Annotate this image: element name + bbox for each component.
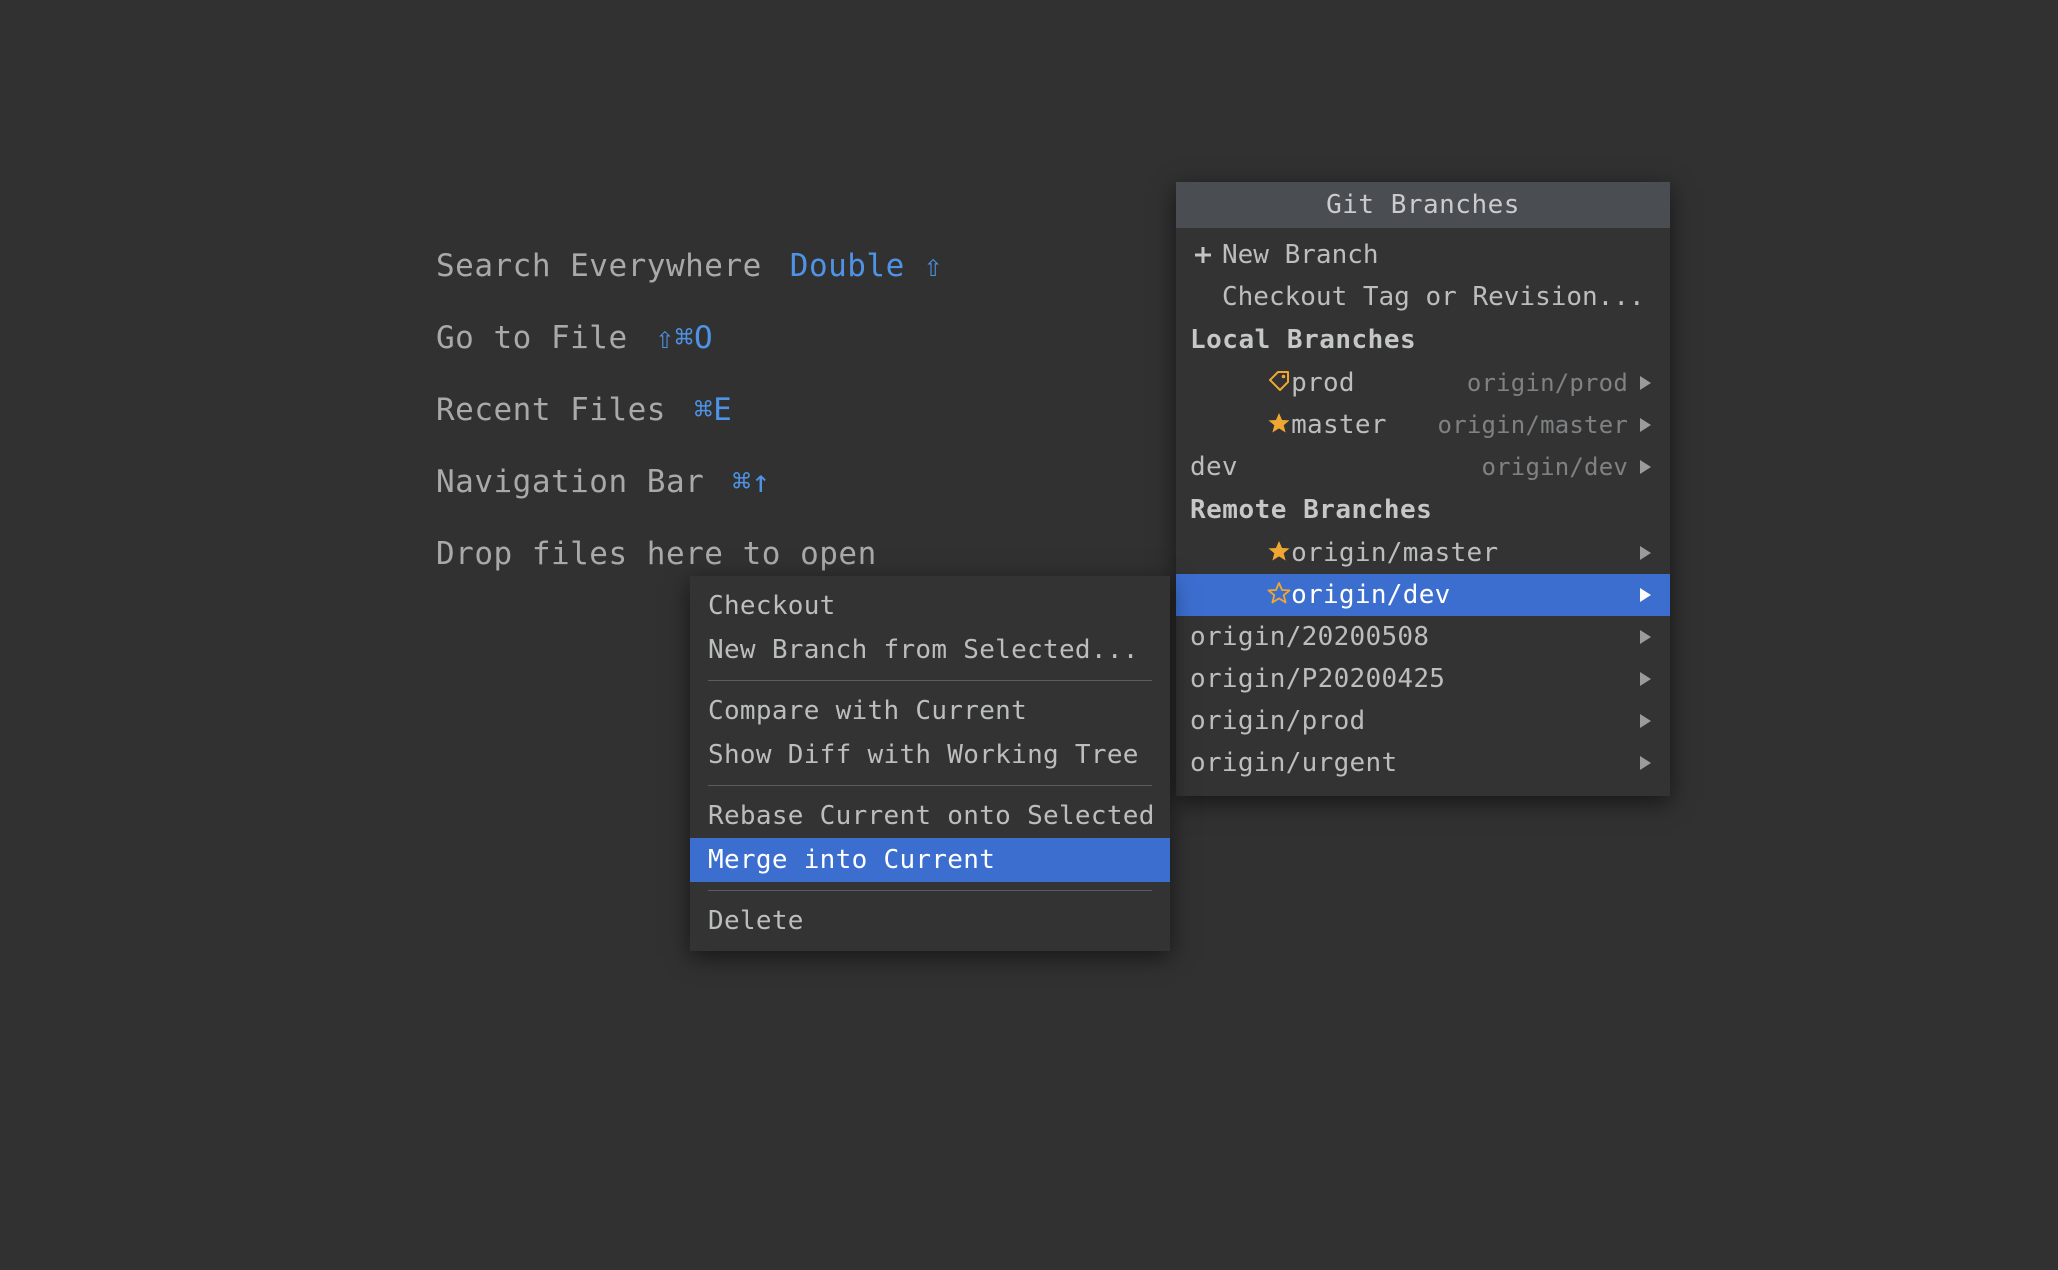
git-branches-popup: Git Branches New Branch Checkout Tag or … bbox=[1176, 182, 1670, 796]
local-branch-prod-label: prod bbox=[1291, 368, 1355, 398]
chevron-right-icon[interactable] bbox=[1634, 416, 1656, 434]
hint-row: Search Everywhere Double ⇧ bbox=[436, 248, 1136, 320]
hint-keys-search-everywhere: Double ⇧ bbox=[790, 248, 943, 284]
chevron-right-icon[interactable] bbox=[1634, 586, 1656, 604]
hint-keys-navigation-bar: ⌘↑ bbox=[732, 464, 770, 500]
local-branch-master-label: master bbox=[1291, 410, 1387, 440]
hint-row: Go to File ⇧⌘O bbox=[436, 320, 1136, 392]
local-branch-master-tracking: origin/master bbox=[1438, 411, 1628, 439]
local-branch-dev-tracking: origin/dev bbox=[1482, 453, 1629, 481]
menu-separator bbox=[708, 680, 1152, 681]
context-menu-item-checkout[interactable]: Checkout bbox=[690, 584, 1170, 628]
drop-files-hint: Drop files here to open bbox=[436, 536, 877, 572]
branch-context-menu: Checkout New Branch from Selected... Com… bbox=[690, 576, 1170, 951]
star-filled-icon bbox=[1190, 392, 1291, 458]
hint-label-navigation-bar: Navigation Bar bbox=[436, 464, 704, 500]
remote-branch-origin-prod[interactable]: origin/prod bbox=[1176, 700, 1670, 742]
remote-branch-origin-dev[interactable]: origin/dev bbox=[1176, 574, 1670, 616]
menu-item-new-branch[interactable]: New Branch bbox=[1176, 234, 1670, 276]
menu-item-checkout-tag-or-revision[interactable]: Checkout Tag or Revision... bbox=[1176, 276, 1670, 318]
hint-label-search-everywhere: Search Everywhere bbox=[436, 248, 762, 284]
chevron-right-icon[interactable] bbox=[1634, 544, 1656, 562]
hint-row: Navigation Bar ⌘↑ bbox=[436, 464, 1136, 536]
remote-branch-origin-prod-label: origin/prod bbox=[1190, 706, 1366, 736]
menu-separator bbox=[708, 785, 1152, 786]
star-outline-icon bbox=[1190, 562, 1291, 628]
remote-branch-origin-dev-label: origin/dev bbox=[1291, 580, 1451, 610]
chevron-right-icon[interactable] bbox=[1634, 374, 1656, 392]
remote-branch-origin-master-label: origin/master bbox=[1291, 538, 1498, 568]
hint-row: Recent Files ⌘E bbox=[436, 392, 1136, 464]
context-menu-items: Checkout New Branch from Selected... Com… bbox=[690, 576, 1170, 951]
remote-branch-origin-20200508-label: origin/20200508 bbox=[1190, 622, 1429, 652]
chevron-right-icon[interactable] bbox=[1634, 754, 1656, 772]
context-menu-item-show-diff-with-working-tree[interactable]: Show Diff with Working Tree bbox=[690, 733, 1170, 777]
context-menu-item-compare-with-current[interactable]: Compare with Current bbox=[690, 689, 1170, 733]
remote-branch-origin-20200508[interactable]: origin/20200508 bbox=[1176, 616, 1670, 658]
git-branches-list: New Branch Checkout Tag or Revision... L… bbox=[1176, 228, 1670, 796]
menu-item-new-branch-label: New Branch bbox=[1222, 240, 1379, 270]
hint-keys-go-to-file: ⇧⌘O bbox=[656, 320, 714, 356]
plus-icon bbox=[1190, 244, 1216, 266]
context-menu-item-rebase-current-onto-selected[interactable]: Rebase Current onto Selected bbox=[690, 794, 1170, 838]
chevron-right-icon[interactable] bbox=[1634, 712, 1656, 730]
local-branch-master[interactable]: master origin/master bbox=[1176, 404, 1670, 446]
context-menu-item-merge-into-current[interactable]: Merge into Current bbox=[690, 838, 1170, 882]
hint-keys-recent-files: ⌘E bbox=[694, 392, 732, 428]
remote-branch-origin-urgent[interactable]: origin/urgent bbox=[1176, 742, 1670, 784]
remote-branch-origin-p20200425-label: origin/P20200425 bbox=[1190, 664, 1445, 694]
local-branch-prod-tracking: origin/prod bbox=[1467, 369, 1628, 397]
chevron-right-icon[interactable] bbox=[1634, 670, 1656, 688]
hint-label-recent-files: Recent Files bbox=[436, 392, 666, 428]
remote-branch-origin-urgent-label: origin/urgent bbox=[1190, 748, 1397, 778]
popup-title: Git Branches bbox=[1176, 182, 1670, 228]
chevron-right-icon[interactable] bbox=[1634, 628, 1656, 646]
menu-separator bbox=[708, 890, 1152, 891]
menu-item-checkout-tag-or-revision-label: Checkout Tag or Revision... bbox=[1222, 282, 1645, 312]
context-menu-item-delete[interactable]: Delete bbox=[690, 899, 1170, 943]
editor-empty-hints: Search Everywhere Double ⇧ Go to File ⇧⌘… bbox=[436, 248, 1136, 608]
remote-branch-origin-p20200425[interactable]: origin/P20200425 bbox=[1176, 658, 1670, 700]
hint-label-go-to-file: Go to File bbox=[436, 320, 628, 356]
context-menu-item-new-branch-from-selected[interactable]: New Branch from Selected... bbox=[690, 628, 1170, 672]
chevron-right-icon[interactable] bbox=[1634, 458, 1656, 476]
local-branch-dev-label: dev bbox=[1190, 452, 1238, 482]
